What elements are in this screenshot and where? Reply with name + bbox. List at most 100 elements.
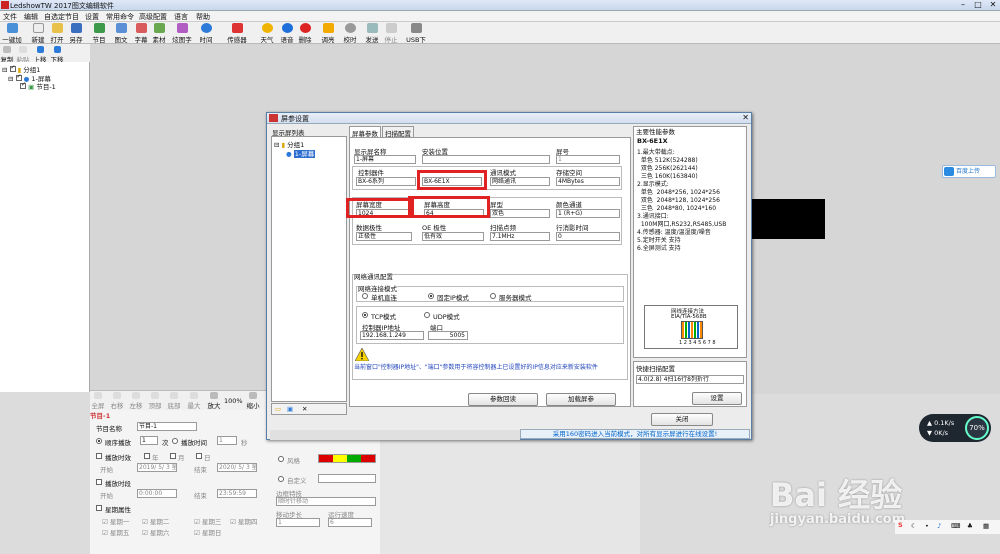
add-screen-icon-small[interactable]: ▣: [287, 405, 293, 413]
quick-scan-select[interactable]: 4.0(2.8) 4扫16行8列折行: [636, 375, 744, 384]
tray-keyboard-icon[interactable]: ⌨: [951, 522, 960, 530]
oe-select[interactable]: 低有效: [422, 232, 484, 241]
tray-mic-icon[interactable]: ♪: [937, 522, 941, 530]
usb-download-button[interactable]: USB下载: [403, 23, 429, 54]
start-time-input[interactable]: 0:00:00: [137, 489, 177, 498]
install-input[interactable]: [422, 155, 550, 164]
voice-button[interactable]: 语音: [279, 23, 295, 44]
maximize-button[interactable]: □: [971, 0, 985, 10]
end-date-input[interactable]: 2020/ 5/ 3 星: [217, 463, 257, 472]
list-screen-item[interactable]: ● 1-屏幕: [286, 148, 316, 158]
fullscreen-button[interactable]: 全屏: [90, 392, 106, 412]
ip-input[interactable]: 192.168.1.249: [360, 331, 424, 340]
load-params-button[interactable]: 加载屏参: [546, 393, 616, 406]
weather-button[interactable]: 天气: [259, 23, 275, 44]
weekday-tue[interactable]: ☑ 星期二: [142, 516, 169, 526]
fancy-text-button[interactable]: 炫图字: [172, 23, 192, 44]
tab-screen-params[interactable]: 屏幕参数: [349, 126, 381, 138]
week-checkbox[interactable]: [96, 505, 102, 511]
weekday-wed[interactable]: ☑ 星期三: [194, 516, 221, 526]
program-name-input[interactable]: 节目-1: [137, 422, 197, 431]
custom-input[interactable]: [318, 474, 376, 483]
weekday-thu[interactable]: ☑ 星期四: [230, 516, 257, 526]
comm-select[interactable]: 网络通讯: [490, 177, 550, 186]
graphic-button[interactable]: 图文: [113, 23, 129, 44]
add-folder-icon[interactable]: ▭: [275, 405, 281, 413]
weekday-mon[interactable]: ☑ 星期一: [102, 516, 129, 526]
speed-select[interactable]: 6: [328, 518, 372, 527]
period-checkbox[interactable]: [96, 479, 102, 485]
border-style-select[interactable]: [318, 454, 376, 463]
tray-moon-icon[interactable]: ☾: [911, 522, 917, 530]
read-params-button[interactable]: 参数回读: [468, 393, 538, 406]
add-screen-button[interactable]: 一键加屏: [0, 23, 24, 54]
group-checkbox[interactable]: [9, 64, 16, 72]
brightness-button[interactable]: 调亮: [320, 23, 336, 44]
scan-freq-select[interactable]: 7.1MHz: [490, 232, 550, 241]
sensor-button[interactable]: 传感器: [226, 23, 248, 44]
zoom-out-button[interactable]: 缩小: [245, 392, 261, 412]
sync-time-button[interactable]: 校时: [342, 23, 358, 44]
led-preview-area[interactable]: [752, 199, 825, 239]
align-top-button[interactable]: 顶部: [147, 392, 163, 412]
data-pol-select[interactable]: 正极性: [356, 232, 412, 241]
send-button[interactable]: 发送: [364, 23, 380, 44]
style-radio[interactable]: [278, 456, 284, 462]
zoom-in-button[interactable]: 放大: [206, 392, 222, 412]
day-checkbox[interactable]: [196, 453, 202, 459]
tab-scan-config[interactable]: 扫描配置: [382, 126, 414, 138]
time-radio[interactable]: [172, 438, 178, 444]
weekday-sat[interactable]: ☑ 星期六: [142, 527, 169, 537]
weekday-fri[interactable]: ☑ 星期五: [102, 527, 129, 537]
material-button[interactable]: 素材: [151, 23, 167, 44]
menu-program[interactable]: 自选定节目: [44, 12, 79, 22]
close-dialog-button[interactable]: 关闭: [651, 413, 713, 426]
loop-radio[interactable]: [96, 438, 102, 444]
screen-no-input[interactable]: 1: [556, 155, 620, 164]
tray-shirt-icon[interactable]: ♣: [967, 522, 973, 530]
mode-direct-radio[interactable]: [362, 293, 368, 299]
custom-radio[interactable]: [278, 476, 284, 482]
weekday-sun[interactable]: ☑ 星期日: [194, 527, 221, 537]
delete-button[interactable]: 删除: [297, 23, 313, 44]
subtitle-button[interactable]: 字幕: [133, 23, 149, 44]
program-checkbox[interactable]: [20, 81, 26, 89]
screen-name-input[interactable]: 1-屏幕: [354, 155, 416, 164]
menu-common[interactable]: 常用命令: [106, 12, 134, 22]
start-date-input[interactable]: 2019/ 5/ 3 星: [137, 463, 177, 472]
open-button[interactable]: 打开: [49, 23, 65, 44]
color-select[interactable]: 1 (R+G): [556, 209, 620, 218]
tree-program[interactable]: ▣ 节目-1: [20, 81, 56, 91]
tcp-radio[interactable]: [362, 312, 368, 318]
menu-help[interactable]: 帮助: [196, 12, 210, 22]
program-button[interactable]: 节目: [91, 23, 107, 44]
tray-grid-icon[interactable]: ▦: [983, 522, 989, 530]
stop-button[interactable]: 停止: [383, 23, 399, 44]
maximize-item-button[interactable]: 最大化: [185, 392, 203, 420]
controller-series-select[interactable]: BX-6系列: [356, 177, 416, 186]
move-right-button[interactable]: 右移: [109, 392, 125, 412]
year-checkbox[interactable]: [144, 453, 150, 459]
align-bottom-button[interactable]: 底部: [166, 392, 182, 412]
move-left-button[interactable]: 左移: [128, 392, 144, 412]
minimize-button[interactable]: –: [956, 0, 970, 10]
menu-settings[interactable]: 设置: [85, 12, 99, 22]
dialog-close-icon[interactable]: ✕: [742, 113, 749, 122]
time-button[interactable]: 时间: [198, 23, 214, 44]
menu-edit[interactable]: 编辑: [24, 12, 38, 22]
cloud-upload-button[interactable]: 百度上传: [942, 165, 996, 178]
storage-select[interactable]: 4MBytes: [556, 177, 620, 186]
type-select[interactable]: 双色: [490, 209, 550, 218]
mode-server-radio[interactable]: [490, 293, 496, 299]
blank-select[interactable]: 0: [556, 232, 620, 241]
udp-radio[interactable]: [424, 312, 430, 318]
step-select[interactable]: 1: [276, 518, 320, 527]
ime-icon[interactable]: S: [898, 521, 903, 529]
menu-language[interactable]: 语言: [174, 12, 188, 22]
end-time-input[interactable]: 23:59:59: [217, 489, 257, 498]
time-input[interactable]: 1: [217, 436, 237, 445]
tray-dot-icon[interactable]: •: [925, 522, 929, 530]
new-button[interactable]: 新建: [30, 23, 46, 44]
menu-file[interactable]: 文件: [3, 12, 17, 22]
month-checkbox[interactable]: [170, 453, 176, 459]
